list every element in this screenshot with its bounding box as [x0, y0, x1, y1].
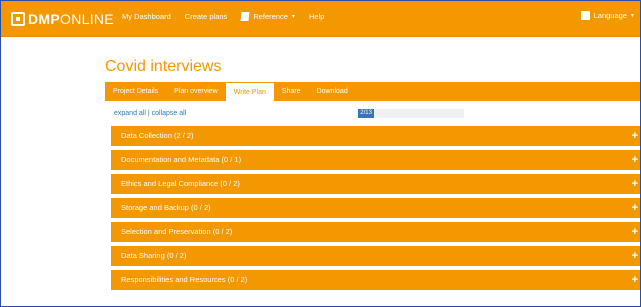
logo-text-bold: DMP	[28, 11, 61, 27]
nav-reference-label: Reference	[253, 12, 288, 21]
book-icon	[240, 12, 250, 21]
plan-tabs: Project Details Plan overview Write Plan…	[105, 82, 640, 101]
plus-icon[interactable]: +	[632, 150, 638, 170]
nav-reference[interactable]: Reference ▾	[240, 12, 295, 21]
section-selection-preservation[interactable]: Selection and Preservation (0 / 2) +	[111, 222, 640, 242]
logo-text-light: ONLINE	[60, 11, 114, 27]
section-data-sharing[interactable]: Data Sharing (0 / 2) +	[111, 246, 640, 266]
plus-icon[interactable]: +	[632, 126, 638, 146]
site-logo[interactable]: DMPONLINE	[11, 10, 114, 28]
section-label: Data Sharing (0 / 2)	[121, 251, 187, 260]
section-data-collection[interactable]: Data Collection (2 / 2) +	[111, 126, 640, 146]
section-list: Data Collection (2 / 2) + Documentation a…	[111, 126, 640, 294]
flag-icon	[580, 11, 590, 20]
section-storage-backup[interactable]: Storage and Backup (0 / 2) +	[111, 198, 640, 218]
tab-project-details[interactable]: Project Details	[105, 82, 166, 101]
page-title: Covid interviews	[105, 58, 222, 75]
tab-download[interactable]: Download	[309, 82, 356, 101]
logo-icon	[11, 12, 25, 26]
plus-icon[interactable]: +	[632, 222, 638, 242]
expand-collapse-controls: expand all | collapse all	[114, 110, 186, 117]
collapse-all-link[interactable]: collapse all	[152, 110, 187, 117]
section-label: Storage and Backup (0 / 2)	[121, 203, 211, 212]
tab-write-plan[interactable]: Write Plan	[225, 82, 274, 101]
tab-plan-overview[interactable]: Plan overview	[166, 82, 226, 101]
section-label: Documentation and Metadata (0 / 1)	[121, 155, 242, 164]
section-label: Ethics and Legal Compliance (0 / 2)	[121, 179, 240, 188]
tab-share[interactable]: Share	[274, 82, 309, 101]
progress-fill: 2/13	[358, 109, 375, 118]
language-menu[interactable]: Language ▾	[580, 11, 634, 20]
nav-create-plans[interactable]: Create plans	[185, 12, 228, 21]
expand-all-link[interactable]: expand all	[114, 110, 146, 117]
plus-icon[interactable]: +	[632, 174, 638, 194]
section-label: Selection and Preservation (0 / 2)	[121, 227, 233, 236]
chevron-down-icon: ▾	[630, 13, 634, 19]
section-label: Responsibilities and Resources (0 / 2)	[121, 275, 248, 284]
main-nav: My Dashboard Create plans Reference ▾ He…	[122, 12, 338, 21]
section-ethics-legal[interactable]: Ethics and Legal Compliance (0 / 2) +	[111, 174, 640, 194]
section-responsibilities-resources[interactable]: Responsibilities and Resources (0 / 2) +	[111, 270, 640, 290]
plus-icon[interactable]: +	[632, 198, 638, 218]
browser-frame: DMPONLINE My Dashboard Create plans Refe…	[0, 0, 641, 307]
nav-help[interactable]: Help	[309, 12, 324, 21]
plus-icon[interactable]: +	[632, 246, 638, 266]
plus-icon[interactable]: +	[632, 270, 638, 290]
language-label: Language	[593, 11, 627, 20]
nav-my-dashboard[interactable]: My Dashboard	[122, 12, 171, 21]
section-label: Data Collection (2 / 2)	[121, 131, 194, 140]
logo-text: DMPONLINE	[28, 11, 114, 27]
chevron-down-icon: ▾	[291, 14, 295, 20]
answered-progress-bar: 2/13	[358, 109, 464, 118]
top-navigation-bar: DMPONLINE My Dashboard Create plans Refe…	[1, 1, 640, 37]
section-documentation-metadata[interactable]: Documentation and Metadata (0 / 1) +	[111, 150, 640, 170]
